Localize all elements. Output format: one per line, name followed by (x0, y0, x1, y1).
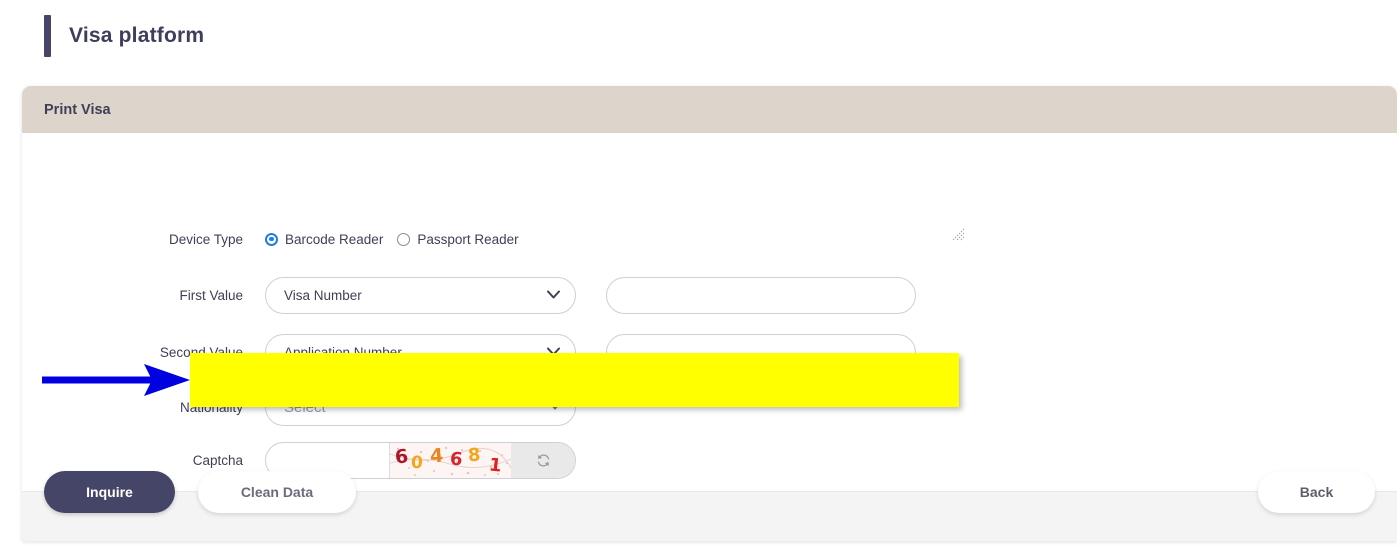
captcha-image: 6 0 4 6 8 1 (390, 442, 511, 478)
first-value-select[interactable]: Visa Number (265, 276, 576, 314)
label-captcha: Captcha (192, 452, 243, 468)
page-title-block: Visa platform (44, 15, 204, 57)
label-first-value: First Value (179, 287, 243, 303)
radio-passport-reader[interactable]: Passport Reader (397, 231, 519, 247)
first-value-highlight (190, 353, 959, 407)
back-button[interactable]: Back (1258, 471, 1375, 513)
print-visa-card: Print Visa Device Type Barcode Reader Pa… (22, 86, 1397, 541)
card-header-title: Print Visa (44, 101, 111, 118)
radio-barcode-reader[interactable]: Barcode Reader (265, 232, 383, 247)
first-value-select-wrap: Visa Number (265, 276, 576, 314)
captcha-digit: 4 (429, 444, 444, 467)
captcha-digit: 1 (487, 453, 503, 477)
clean-data-button[interactable]: Clean Data (198, 471, 356, 513)
captcha-digit: 6 (393, 444, 410, 469)
title-accent-bar (44, 15, 51, 57)
card-header: Print Visa (22, 86, 1397, 133)
radio-barcode-reader-dot[interactable] (265, 232, 278, 246)
page-root: Visa platform Print Visa Device Type Bar… (0, 0, 1397, 552)
inquire-button[interactable]: Inquire (44, 471, 175, 513)
radio-passport-reader-dot[interactable] (397, 232, 411, 246)
device-type-radio-group: Barcode Reader Passport Reader (265, 232, 519, 247)
captcha-digit: 8 (467, 444, 482, 466)
refresh-icon (537, 453, 549, 467)
card-footer: Inquire Clean Data Back (22, 471, 1397, 541)
captcha-digit: 0 (410, 452, 424, 473)
radio-passport-reader-label: Passport Reader (417, 231, 519, 247)
captcha-refresh-button[interactable] (511, 442, 575, 478)
captcha-digit: 6 (449, 447, 464, 471)
radio-barcode-reader-label: Barcode Reader (285, 231, 384, 247)
resize-grip-icon[interactable] (952, 228, 965, 241)
label-device-type: Device Type (168, 231, 243, 247)
row-first-value: First Value Visa Number (22, 275, 916, 315)
annotation-arrow-icon (42, 364, 190, 396)
first-value-input[interactable] (606, 276, 916, 314)
card-body: Device Type Barcode Reader Passport Read… (22, 133, 1397, 491)
row-device-type: Device Type Barcode Reader Passport Read… (22, 219, 519, 259)
page-title: Visa platform (69, 24, 205, 47)
